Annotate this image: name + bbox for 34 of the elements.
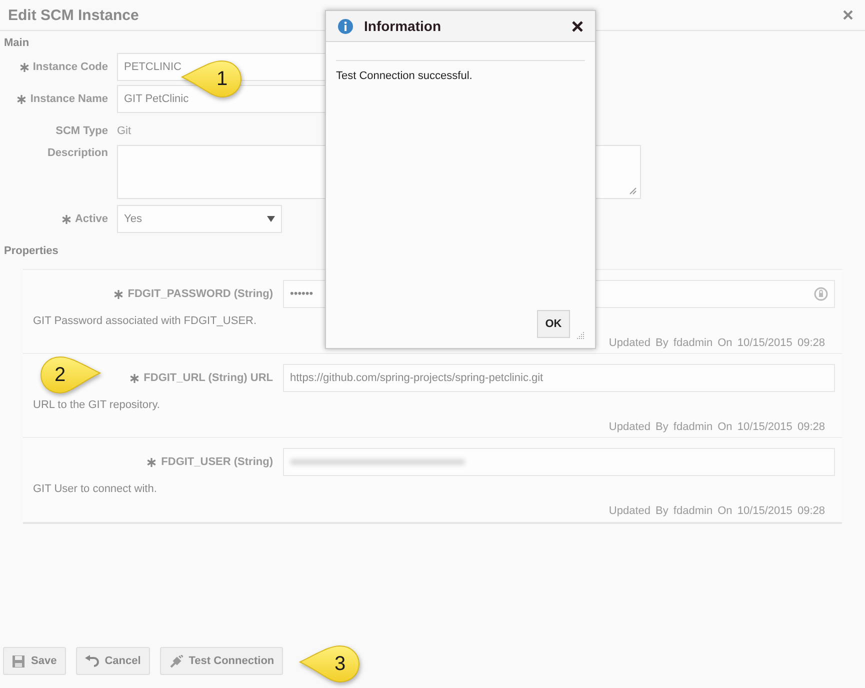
info-icon [338,18,353,34]
input-field[interactable]: https://github.com/spring-projects/spring-petclinic.git [283,364,835,392]
property-description: GIT User to connect with. [33,483,157,495]
property-name: FDGIT_USER (String) [161,456,273,468]
caret-icon [267,216,275,222]
plug-icon [168,654,183,668]
window-title: Edit SCM Instance [8,6,139,24]
dialog-title: Information [364,18,442,34]
section-heading: Main [3,36,30,49]
property-name: FDGIT_PASSWORD (String) [128,288,273,300]
field-label: SCM Type [56,125,108,137]
property-description: GIT Password associated with FDGIT_USER. [33,315,257,327]
updated-info: Updated By fdadmin On 10/15/2015 09:28 [608,421,825,433]
select-field[interactable]: Yes [117,205,282,233]
lock-icon[interactable] [814,287,828,301]
undo-icon [84,655,99,667]
field-label: Description [47,147,108,159]
test-connection-button[interactable]: Test Connection [160,647,284,675]
property-name: FDGIT_URL (String) URL [144,372,273,384]
close-icon[interactable] [572,20,583,32]
resize-grip-icon[interactable] [629,187,637,195]
field-value: Git [117,124,132,137]
field-label: Instance Code [32,61,108,73]
property-description: URL to the GIT repository. [33,399,160,411]
field-label: Instance Name [30,93,108,105]
input-field[interactable] [283,448,835,476]
ok-button[interactable]: OK [537,310,570,338]
updated-info: Updated By fdadmin On 10/15/2015 09:28 [608,337,825,349]
section-heading: Properties [3,244,60,257]
save-button[interactable]: Save [3,647,66,675]
field-label: Active [74,213,108,225]
cancel-button[interactable]: Cancel [76,647,150,675]
updated-info: Updated By fdadmin On 10/15/2015 09:28 [608,505,825,517]
dialog-message: Test Connection successful. [336,60,585,82]
